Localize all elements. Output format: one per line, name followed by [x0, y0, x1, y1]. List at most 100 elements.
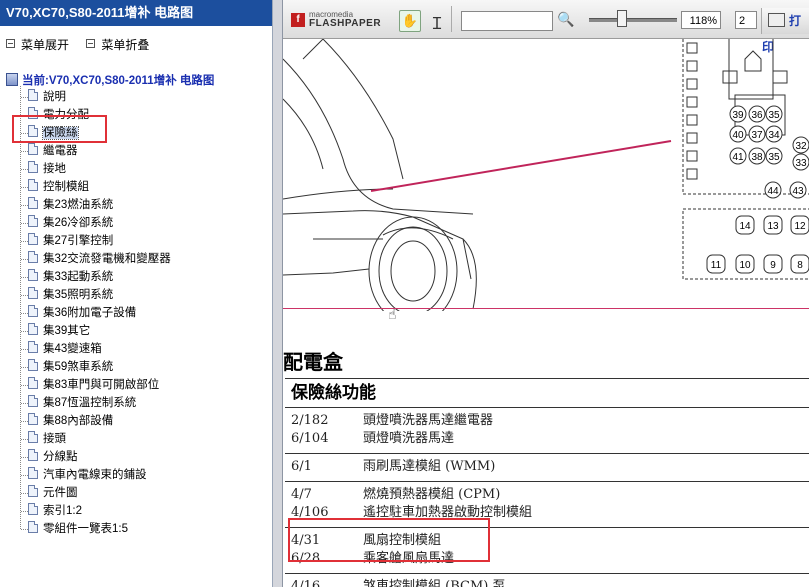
fuse-label: 38 [748, 147, 766, 165]
tree-root[interactable]: 当前:V70,XC70,S80-2011增补 电路图 [6, 72, 214, 88]
sidebar-item[interactable]: 集35照明系統 [18, 286, 171, 304]
fuse-label: 35 [765, 147, 783, 165]
sidebar-item[interactable]: 控制模組 [18, 178, 171, 196]
document-viewer: f macromedia FLASHPAPER ✋ Ｉ 🔍 118% 2 打印 [283, 0, 809, 587]
fuse-label: 32 [792, 136, 809, 154]
document-icon [28, 503, 38, 515]
sidebar-item-label: 集83車門與可開啟部位 [43, 379, 160, 391]
expand-all-button[interactable]: 菜单展开 [6, 36, 69, 53]
table-group: 2/182 頭燈噴洗器馬達繼電器 6/104 頭燈噴洗器馬達 [285, 408, 809, 454]
print-button[interactable]: 打印 [761, 8, 809, 54]
hand-icon: ✋ [401, 13, 419, 28]
sidebar-item-label: 接頭 [43, 433, 66, 445]
sidebar-item-label: 繼電器 [43, 145, 78, 157]
fuse-box-outline [682, 39, 809, 280]
zoom-slider[interactable] [589, 18, 677, 22]
document-icon [28, 413, 38, 425]
pointer-line [370, 140, 672, 192]
sidebar-item[interactable]: 接頭 [18, 430, 171, 448]
fuse-labels-top: 39 36 35 40 37 34 32 41 38 35 33 44 43 [729, 105, 809, 199]
collapse-all-button[interactable]: 菜单折叠 [86, 36, 149, 53]
sidebar-item-label: 集43變速箱 [43, 343, 102, 355]
left-navigation-pane: V70,XC70,S80-2011增补 电路图 菜单展开 菜单折叠 当前:V70… [0, 0, 273, 587]
hand-tool-button[interactable]: ✋ [399, 10, 421, 32]
sidebar-item[interactable]: 集83車門與可開啟部位 [18, 376, 171, 394]
fuse-label: 12 [790, 215, 809, 235]
fuse-label: 43 [789, 181, 807, 199]
search-button[interactable]: 🔍 [557, 11, 574, 28]
sidebar-item-label: 接地 [43, 163, 66, 175]
sidebar-item[interactable]: 集87恆溫控制系統 [18, 394, 171, 412]
document-icon [28, 251, 38, 263]
sidebar-item[interactable]: 說明 [18, 88, 171, 106]
sidebar-item-label: 汽車內電線束的鋪設 [43, 469, 147, 481]
sidebar-item-label: 集36附加電子設備 [43, 307, 137, 319]
sidebar-item[interactable]: 集26冷卻系統 [18, 214, 171, 232]
fuse-number: 37 [751, 130, 763, 141]
sidebar-item[interactable]: 集23燃油系統 [18, 196, 171, 214]
sidebar-item[interactable]: 集33起動系統 [18, 268, 171, 286]
sidebar-item-label: 集23燃油系統 [43, 199, 114, 211]
document-icon [28, 89, 38, 101]
sidebar-item[interactable]: 元件圖 [18, 484, 171, 502]
sidebar-item[interactable]: 集43變速箱 [18, 340, 171, 358]
sidebar-item[interactable]: 汽車內電線束的鋪設 [18, 466, 171, 484]
table-group: 4/16 煞車控制模組 (BCM),泵 [285, 574, 809, 587]
pane-splitter[interactable] [273, 0, 283, 587]
highlight-box-sidebar [12, 115, 107, 143]
sidebar-item[interactable]: 零組件一覽表1:5 [18, 520, 171, 538]
fuse-number: 10 [739, 260, 751, 271]
fuse-label: 40 [729, 125, 747, 143]
sidebar-item[interactable]: 集36附加電子設備 [18, 304, 171, 322]
sidebar-item-label: 控制模組 [43, 181, 89, 193]
page-number-field[interactable]: 2 [735, 11, 757, 29]
sidebar-item[interactable]: 分線點 [18, 448, 171, 466]
table-row: 4/7 燃燒預熱器模組 (CPM) [285, 486, 809, 504]
fuse-label: 37 [748, 125, 766, 143]
sidebar-item[interactable]: 集39其它 [18, 322, 171, 340]
fuse-label: 11 [706, 254, 726, 274]
zoom-level-field[interactable]: 118% [681, 11, 721, 29]
fuse-number: 36 [751, 110, 763, 121]
fuse-number: 43 [792, 186, 804, 197]
sidebar-item[interactable]: 集32交流發電機和變壓器 [18, 250, 171, 268]
document-icon [28, 359, 38, 371]
sidebar-item[interactable]: 繼電器 [18, 142, 171, 160]
fuse-number: 13 [767, 221, 779, 232]
document-icon [28, 305, 38, 317]
car-fuse-diagram: 39 36 35 40 37 34 32 41 38 35 33 44 43 14 13 12 11 10 9 8 [283, 39, 809, 311]
sidebar-item-label: 分線點 [43, 451, 78, 463]
document-icon [28, 197, 38, 209]
sidebar-title: V70,XC70,S80-2011增补 电路图 [0, 0, 272, 26]
fuse-code: 4/16 [291, 579, 321, 587]
fuse-number: 38 [751, 152, 763, 163]
document-icon [28, 467, 38, 479]
sidebar-item-label: 集87恆溫控制系統 [43, 397, 137, 409]
sidebar-item[interactable]: 集59煞車系統 [18, 358, 171, 376]
table-row: 2/182 頭燈噴洗器馬達繼電器 [285, 412, 809, 430]
sidebar-item[interactable]: 集27引擎控制 [18, 232, 171, 250]
zoom-slider-thumb[interactable] [617, 10, 627, 27]
flash-icon: f [291, 13, 305, 27]
sidebar-item-label: 說明 [43, 91, 66, 103]
fuse-number: 35 [768, 152, 780, 163]
fuse-number: 9 [770, 260, 776, 271]
find-input[interactable] [461, 11, 553, 31]
sidebar-item-label: 索引1:2 [43, 505, 82, 517]
table-row: 6/104 頭燈噴洗器馬達 [285, 430, 809, 448]
document-icon [28, 269, 38, 281]
fuse-label: 36 [748, 105, 766, 123]
table-group: 6/1 雨刷馬達模組 (WMM) [285, 454, 809, 482]
sidebar-item[interactable]: 接地 [18, 160, 171, 178]
highlight-box-table [288, 518, 490, 562]
table-header: 保險絲功能 [285, 379, 809, 408]
sidebar-item-label: 集27引擎控制 [43, 235, 114, 247]
tree-controls: 菜单展开 菜单折叠 [6, 36, 163, 53]
search-icon: 🔍 [557, 11, 575, 27]
fuse-number: 44 [767, 186, 779, 197]
sidebar-item-label: 集26冷卻系統 [43, 217, 114, 229]
sidebar-item[interactable]: 索引1:2 [18, 502, 171, 520]
sidebar-item[interactable]: 集88內部設備 [18, 412, 171, 430]
fuse-description: 燃燒預熱器模組 (CPM) [363, 487, 501, 502]
text-select-button[interactable]: Ｉ [429, 10, 445, 34]
